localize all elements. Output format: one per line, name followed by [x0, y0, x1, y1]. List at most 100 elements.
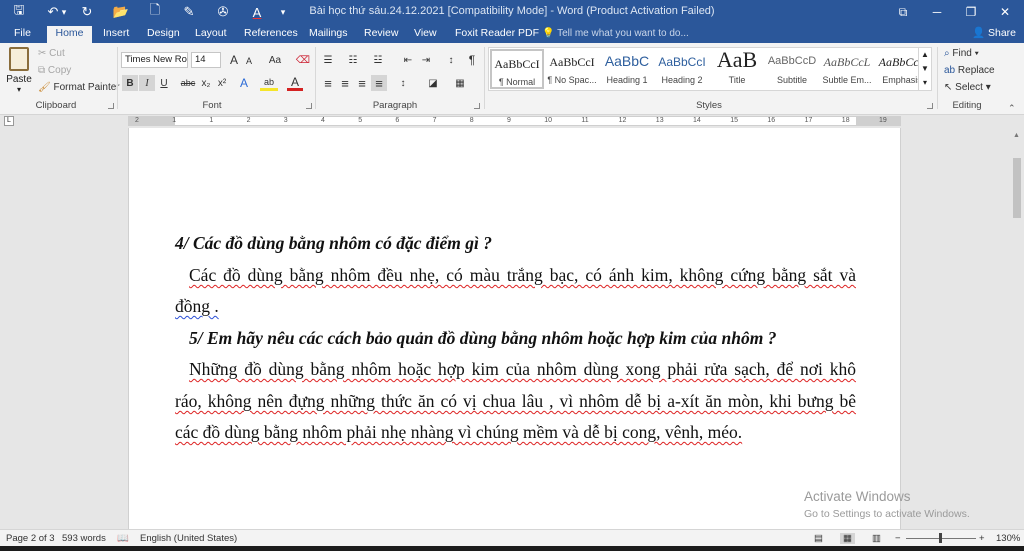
- paragraph-launcher-icon[interactable]: [474, 103, 480, 109]
- borders-icon[interactable]: ▦: [452, 75, 468, 91]
- change-case-icon[interactable]: Aa: [264, 52, 286, 68]
- ruler-number: 5: [358, 117, 363, 124]
- vertical-scrollbar[interactable]: ▲: [1010, 128, 1024, 529]
- answer-5-line-3[interactable]: các đồ dùng bằng nhôm phải nhẹ nhàng vì …: [175, 421, 742, 443]
- font-color-icon[interactable]: A: [287, 75, 303, 91]
- align-right-icon[interactable]: ≡: [354, 75, 370, 91]
- format-painter-button[interactable]: 🖌 Format Painter: [38, 81, 120, 95]
- sort-icon[interactable]: ↕: [443, 52, 459, 68]
- tab-view[interactable]: View: [410, 26, 441, 43]
- underline-button[interactable]: U: [156, 75, 172, 91]
- horizontal-ruler[interactable]: 2 1 1 2 3 4 5 6 7 8 9 10 11 12 13 14 15 16 17 18 19: [128, 116, 901, 126]
- line-spacing-icon[interactable]: ↕: [395, 75, 411, 91]
- font-size-combo[interactable]: 14: [191, 52, 221, 68]
- shading-icon[interactable]: ◪: [425, 75, 441, 91]
- grow-font-icon[interactable]: A: [226, 52, 242, 68]
- tab-mailings[interactable]: Mailings: [305, 26, 352, 43]
- zoom-out-icon[interactable]: −: [895, 533, 901, 544]
- style-name: Heading 1: [606, 75, 648, 85]
- tab-file[interactable]: File: [10, 26, 35, 43]
- copy-button[interactable]: ⧉ Copy: [38, 64, 71, 78]
- ruler-number: 10: [544, 117, 552, 124]
- superscript-button[interactable]: x²: [214, 75, 230, 91]
- scrollbar-thumb[interactable]: [1013, 158, 1021, 218]
- document-page[interactable]: 4/ Các đồ dùng bằng nhôm có đặc điểm gì …: [128, 128, 901, 529]
- scroll-up-icon[interactable]: ▲: [1013, 132, 1020, 139]
- zoom-in-icon[interactable]: +: [979, 533, 985, 544]
- replace-button[interactable]: ab Replace: [944, 64, 995, 78]
- style-subtle-emphasis[interactable]: AaBbCcL Subtle Em...: [820, 49, 874, 89]
- bold-button[interactable]: B: [122, 75, 138, 91]
- tab-insert[interactable]: Insert: [99, 26, 133, 43]
- lightbulb-icon: 💡: [542, 28, 555, 39]
- italic-button[interactable]: I: [139, 75, 155, 91]
- align-center-icon[interactable]: ≡: [337, 75, 353, 91]
- shrink-font-icon[interactable]: A: [241, 53, 257, 69]
- font-launcher-icon[interactable]: [306, 103, 312, 109]
- minimize-icon[interactable]: ─: [920, 0, 954, 24]
- web-layout-icon[interactable]: ▥: [872, 533, 881, 544]
- more-styles-icon[interactable]: ▾: [919, 76, 931, 90]
- chevron-up-icon[interactable]: ▲: [919, 48, 931, 62]
- justify-icon[interactable]: ≡: [371, 75, 387, 91]
- close-icon[interactable]: ✕: [988, 0, 1022, 24]
- decrease-indent-icon[interactable]: ⇤: [400, 52, 416, 68]
- styles-launcher-icon[interactable]: [927, 103, 933, 109]
- styles-scroll[interactable]: ▲ ▼ ▾: [918, 47, 932, 91]
- copy-icon: ⧉: [38, 65, 48, 76]
- tab-layout[interactable]: Layout: [191, 26, 231, 43]
- word-count[interactable]: 593 words: [62, 533, 106, 544]
- answer-5-line-2[interactable]: ráo, không nên đựng những thức ăn có vị …: [175, 390, 856, 412]
- maximize-icon[interactable]: ❐: [954, 0, 988, 24]
- show-hide-pilcrow-icon[interactable]: ¶: [464, 52, 480, 68]
- tab-selector[interactable]: L: [4, 116, 14, 126]
- cut-button[interactable]: ✂ Cut: [38, 47, 65, 61]
- language-indicator[interactable]: English (United States): [140, 533, 237, 544]
- select-button[interactable]: ↖ Select ▾: [944, 81, 991, 95]
- tab-review[interactable]: Review: [360, 26, 402, 43]
- find-button[interactable]: ⌕ Find ▾: [944, 47, 979, 61]
- answer-5-line-1[interactable]: Những đồ dùng bằng nhôm hoặc hợp kim của…: [189, 358, 856, 380]
- answer-4-line-2[interactable]: đồng .: [175, 295, 219, 317]
- style-subtitle[interactable]: AaBbCcD Subtitle: [765, 49, 819, 89]
- style-preview: AaBbCcI: [549, 55, 595, 69]
- ruler-number: 3: [283, 117, 288, 124]
- page-indicator[interactable]: Page 2 of 3: [6, 533, 55, 544]
- read-mode-icon[interactable]: ▤: [814, 533, 823, 544]
- strikethrough-button[interactable]: abc: [179, 75, 197, 91]
- bullets-icon[interactable]: ☰: [320, 52, 336, 68]
- numbering-icon[interactable]: ☷: [345, 52, 361, 68]
- document-area[interactable]: 4/ Các đồ dùng bằng nhôm có đặc điểm gì …: [0, 128, 1024, 529]
- clear-formatting-icon[interactable]: ⌫: [295, 52, 311, 68]
- paste-button[interactable]: Paste ▾: [5, 47, 33, 97]
- question-5[interactable]: 5/ Em hãy nêu các cách bảo quản đồ dùng …: [189, 327, 776, 349]
- highlight-color-icon[interactable]: ab: [260, 75, 278, 91]
- align-left-icon[interactable]: ≡: [320, 75, 336, 91]
- subscript-button[interactable]: x₂: [198, 75, 214, 91]
- question-4[interactable]: 4/ Các đồ dùng bằng nhôm có đặc điểm gì …: [175, 232, 492, 254]
- tab-foxit-reader-pdf[interactable]: Foxit Reader PDF: [451, 26, 543, 43]
- tab-references[interactable]: References: [240, 26, 302, 43]
- style-heading-2[interactable]: AaBbCcI Heading 2: [655, 49, 709, 89]
- print-layout-icon[interactable]: ▦: [840, 533, 855, 544]
- multilevel-list-icon[interactable]: ☳: [370, 52, 386, 68]
- increase-indent-icon[interactable]: ⇥: [418, 52, 434, 68]
- chevron-down-icon[interactable]: ▼: [919, 62, 931, 76]
- answer-4-line-1[interactable]: Các đồ dùng bằng nhôm đều nhẹ, có màu tr…: [189, 264, 856, 286]
- clipboard-launcher-icon[interactable]: [108, 103, 114, 109]
- style-heading-1[interactable]: AaBbC Heading 1: [600, 49, 654, 89]
- style-normal[interactable]: AaBbCcI ¶ Normal: [490, 49, 544, 89]
- share-button[interactable]: 👤 Share: [972, 26, 1016, 41]
- text-effects-icon[interactable]: A: [236, 75, 252, 91]
- tab-design[interactable]: Design: [143, 26, 184, 43]
- tell-me-search[interactable]: 💡 Tell me what you want to do...: [542, 26, 689, 41]
- font-name-combo[interactable]: Times New Ro: [121, 52, 188, 68]
- proofing-icon[interactable]: 📖: [117, 533, 129, 544]
- style-title[interactable]: AaB Title: [710, 47, 764, 89]
- zoom-slider-thumb[interactable]: [939, 533, 942, 543]
- ribbon-display-icon[interactable]: ⧉: [886, 0, 920, 24]
- zoom-level[interactable]: 130%: [996, 533, 1020, 544]
- tab-home[interactable]: Home: [47, 26, 92, 43]
- style-no-spacing[interactable]: AaBbCcI ¶ No Spac...: [545, 49, 599, 89]
- collapse-ribbon-icon[interactable]: ⌃: [1008, 103, 1016, 114]
